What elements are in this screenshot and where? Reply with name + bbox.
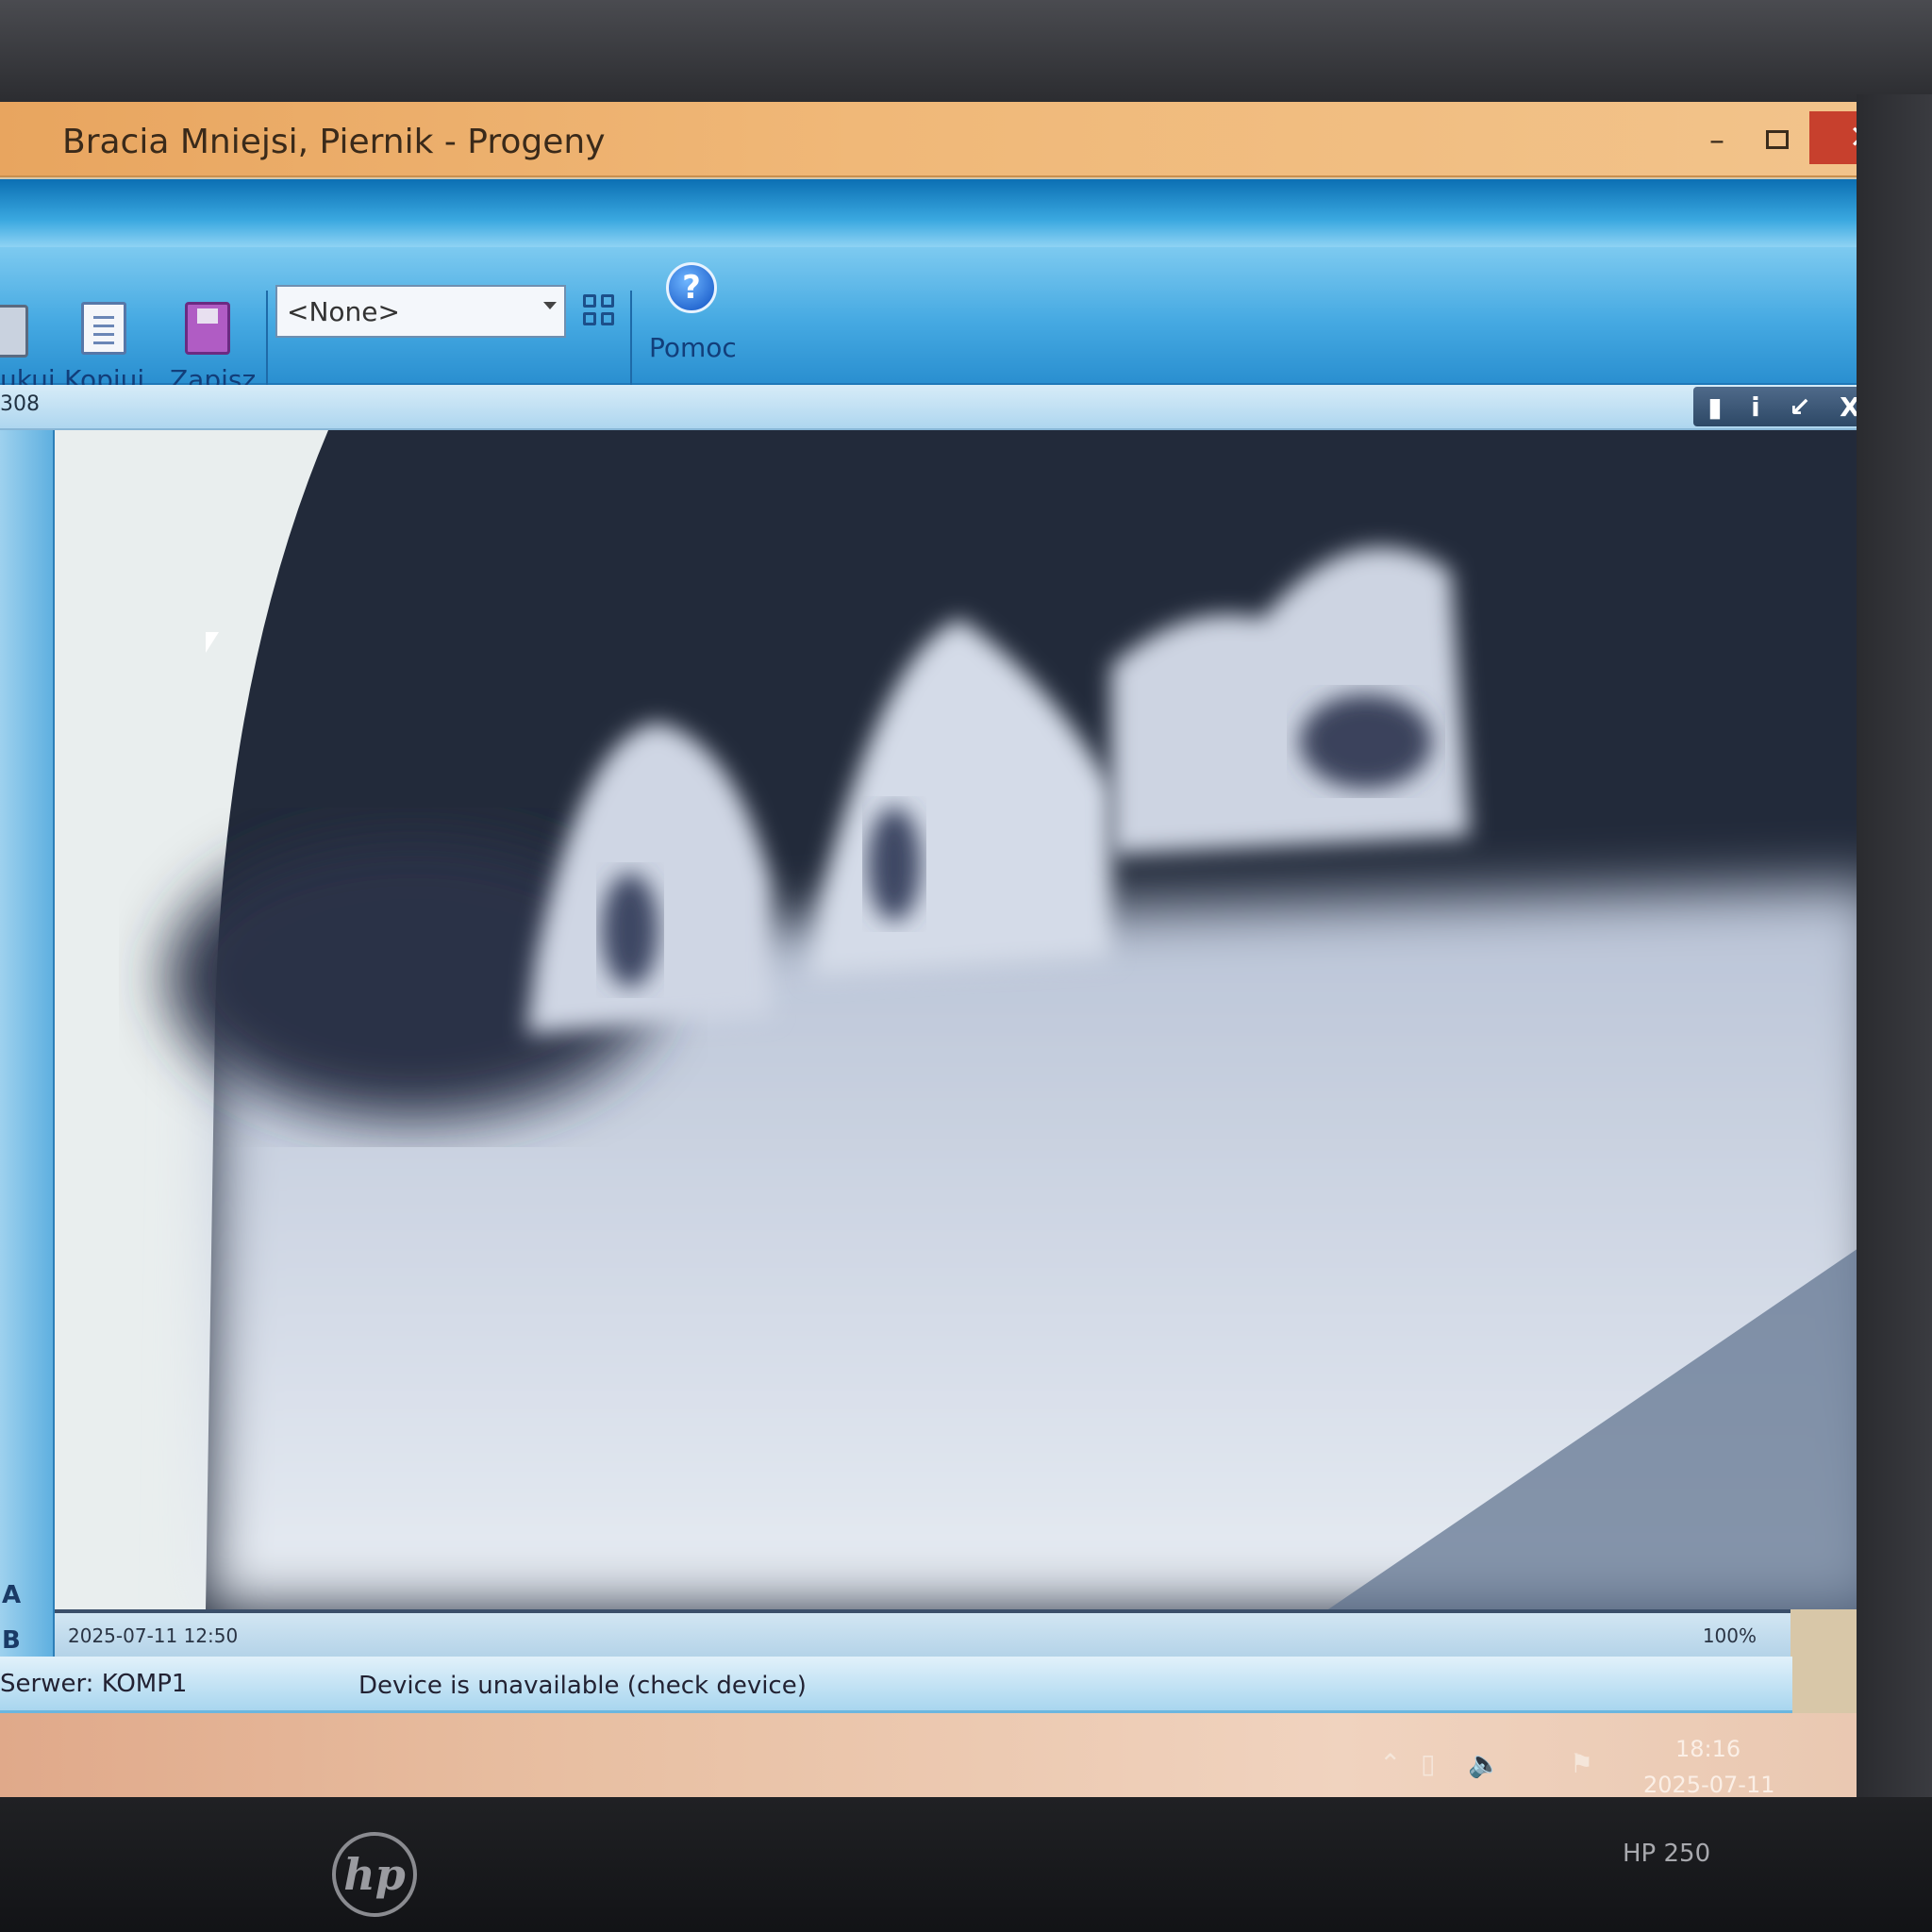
left-tool-strip: A B: [0, 430, 55, 1704]
server-status: Serwer: KOMP1: [0, 1670, 188, 1698]
clock-time[interactable]: 18:16: [1675, 1736, 1740, 1762]
hp-logo: hp: [332, 1832, 417, 1917]
restore-arrow-icon[interactable]: ↙: [1789, 391, 1810, 423]
window-title: Bracia Mniejsi, Piernik - Progeny: [62, 123, 606, 161]
tooth-icon[interactable]: ▮: [1707, 391, 1722, 423]
device-status: Device is unavailable (check device): [358, 1672, 807, 1700]
tray-expand-icon[interactable]: ⌃: [1379, 1748, 1401, 1779]
help-icon[interactable]: ?: [666, 262, 717, 313]
help-button-label[interactable]: Pomoc: [649, 332, 737, 363]
maximize-button[interactable]: [1749, 119, 1806, 160]
status-bar: Serwer: KOMP1 Device is unavailable (che…: [0, 1657, 1792, 1713]
maximize-icon: [1766, 130, 1789, 149]
filter-dropdown-value: <None>: [287, 296, 400, 327]
grid-view-icon[interactable]: [583, 294, 614, 325]
image-header: 308 ▮ i ↙ X: [0, 385, 1882, 430]
header-band: [0, 179, 1915, 247]
printer-icon[interactable]: [0, 305, 28, 358]
image-tools: ▮ i ↙ X: [1693, 387, 1874, 426]
title-bar[interactable]: Bracia Mniejsi, Piernik - Progeny – ✕: [0, 102, 1915, 177]
chevron-down-icon: [543, 302, 557, 309]
filter-dropdown[interactable]: <None>: [275, 285, 566, 338]
copy-icon[interactable]: [81, 302, 126, 355]
minimize-button[interactable]: –: [1689, 119, 1745, 160]
progeny-window: Bracia Mniejsi, Piernik - Progeny – ✕ uk…: [0, 102, 1915, 1713]
laptop-bezel-right: [1857, 94, 1932, 1811]
zoom-level: 100%: [1702, 1624, 1757, 1647]
save-icon[interactable]: [185, 302, 230, 355]
action-center-flag-icon[interactable]: ⚑: [1570, 1748, 1593, 1779]
info-icon[interactable]: i: [1751, 391, 1760, 423]
screen: Bracia Mniejsi, Piernik - Progeny – ✕ uk…: [0, 102, 1915, 1809]
dental-xray-image: [55, 430, 1882, 1609]
image-footer: 2025-07-11 12:50 100%: [55, 1609, 1790, 1657]
capture-datetime: 2025-07-11 12:50: [68, 1624, 239, 1647]
laptop-model: HP 250: [1623, 1840, 1711, 1868]
tool-a-button[interactable]: A: [2, 1581, 21, 1609]
volume-icon[interactable]: 🔈: [1468, 1748, 1501, 1779]
taskbar: [0, 1713, 1915, 1809]
clock-date[interactable]: 2025-07-11: [1643, 1772, 1774, 1798]
image-id: 308: [0, 392, 40, 416]
laptop-bezel-top: [0, 0, 1932, 104]
xray-viewer[interactable]: [55, 430, 1882, 1609]
mouse-cursor: [206, 632, 219, 653]
battery-icon[interactable]: ▯: [1421, 1748, 1435, 1779]
tool-b-button[interactable]: B: [2, 1626, 21, 1655]
